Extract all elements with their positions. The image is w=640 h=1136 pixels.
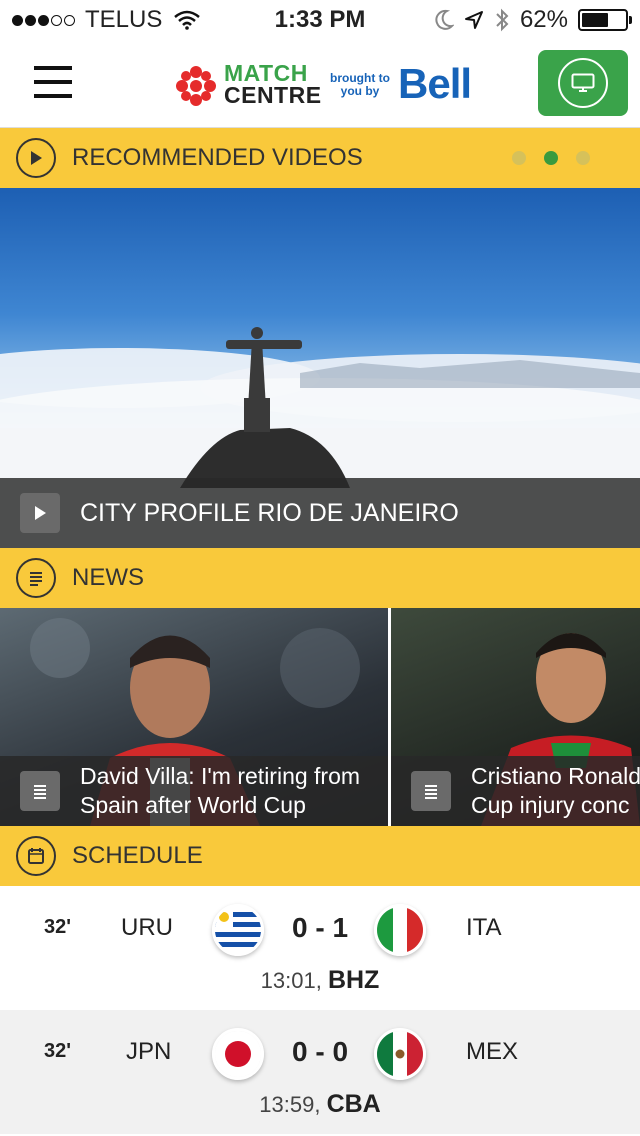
bell-logo: Bell bbox=[398, 60, 472, 107]
section-title-news: NEWS bbox=[72, 564, 144, 591]
match-time-venue: 13:01, BHZ bbox=[0, 966, 640, 995]
status-bar: TELUS 1:33 PM 62% bbox=[0, 0, 640, 40]
news-headline: David Villa: I'm retiring from Spain aft… bbox=[80, 762, 360, 820]
news-carousel: David Villa: I'm retiring from Spain aft… bbox=[0, 608, 640, 826]
match-row[interactable]: 32' JPN 0 - 0 MEX 13:59, CBA bbox=[0, 1010, 640, 1134]
watch-live-button[interactable] bbox=[538, 50, 628, 116]
match-venue: CBA bbox=[326, 1090, 381, 1118]
news-headline: Cristiano Ronaldo Cup injury conc bbox=[471, 762, 640, 820]
section-title-schedule: SCHEDULE bbox=[72, 842, 203, 869]
battery-icon bbox=[578, 9, 632, 31]
news-headline-line-2: Spain after World Cup bbox=[80, 792, 306, 818]
away-team: MEX bbox=[466, 1038, 519, 1065]
away-team: ITA bbox=[466, 914, 502, 941]
news-caption: Cristiano Ronaldo Cup injury conc bbox=[391, 756, 640, 826]
uruguay-flag-icon bbox=[212, 904, 264, 956]
tv-icon bbox=[571, 73, 595, 92]
document-icon bbox=[411, 771, 451, 811]
battery-percentage: 62% bbox=[519, 6, 568, 33]
video-title: CITY PROFILE RIO DE JANEIRO bbox=[80, 498, 459, 527]
mexico-flag-icon bbox=[374, 1028, 426, 1080]
location-arrow-icon bbox=[464, 11, 483, 29]
pager-dot[interactable] bbox=[576, 151, 590, 165]
pager-dot-active[interactable] bbox=[544, 151, 558, 165]
match-score: 0 - 1 bbox=[291, 912, 349, 943]
news-headline-line-2: Cup injury conc bbox=[471, 792, 630, 818]
calendar-icon bbox=[16, 836, 56, 876]
play-icon[interactable] bbox=[20, 493, 60, 533]
news-card[interactable]: Cristiano Ronaldo Cup injury conc bbox=[391, 608, 640, 826]
news-headline-line-1: Cristiano Ronaldo bbox=[471, 763, 640, 789]
match-minute: 32' bbox=[44, 916, 72, 938]
section-header-news[interactable]: NEWS bbox=[0, 548, 640, 608]
pager-dot[interactable] bbox=[512, 151, 526, 165]
sponsor-tagline: brought to you by bbox=[330, 72, 390, 98]
app-header: MATCH CENTRE brought to you by Bell bbox=[0, 40, 640, 128]
match-minute: 32' bbox=[44, 1040, 72, 1062]
match-row[interactable]: 32' URU 0 - 1 ITA 13:01, BHZ bbox=[0, 886, 640, 1010]
carousel-pager bbox=[512, 151, 590, 165]
news-headline-line-1: David Villa: I'm retiring from bbox=[80, 763, 361, 789]
section-header-videos[interactable]: RECOMMENDED VIDEOS bbox=[0, 128, 640, 188]
section-title-videos: RECOMMENDED VIDEOS bbox=[72, 144, 363, 171]
match-centre-logo: MATCH CENTRE bbox=[224, 60, 322, 108]
home-team: URU bbox=[121, 914, 173, 941]
logo-line-1: MATCH bbox=[224, 60, 308, 86]
match-time: 13:01, bbox=[260, 968, 322, 993]
moon-icon bbox=[435, 9, 454, 30]
section-header-schedule[interactable]: SCHEDULE bbox=[0, 826, 640, 886]
italy-flag-icon bbox=[374, 904, 426, 956]
japan-flag-icon bbox=[212, 1028, 264, 1080]
logo-line-2: CENTRE bbox=[224, 82, 322, 108]
document-icon bbox=[16, 558, 56, 598]
news-card[interactable]: David Villa: I'm retiring from Spain aft… bbox=[0, 608, 388, 826]
match-time-venue: 13:59, CBA bbox=[0, 1090, 640, 1119]
document-icon bbox=[20, 771, 60, 811]
video-caption: CITY PROFILE RIO DE JANEIRO bbox=[0, 478, 640, 548]
play-icon bbox=[16, 138, 56, 178]
match-time: 13:59, bbox=[259, 1092, 321, 1117]
cbc-gem-logo bbox=[176, 66, 216, 106]
hamburger-menu-icon[interactable] bbox=[34, 66, 72, 98]
match-score: 0 - 0 bbox=[291, 1036, 349, 1067]
bluetooth-icon bbox=[496, 8, 509, 32]
sponsor-tagline-line-2: you by bbox=[340, 84, 380, 98]
video-card-rio[interactable]: CITY PROFILE RIO DE JANEIRO bbox=[0, 188, 640, 548]
match-venue: BHZ bbox=[327, 966, 380, 994]
home-team: JPN bbox=[126, 1038, 172, 1065]
news-caption: David Villa: I'm retiring from Spain aft… bbox=[0, 756, 388, 826]
